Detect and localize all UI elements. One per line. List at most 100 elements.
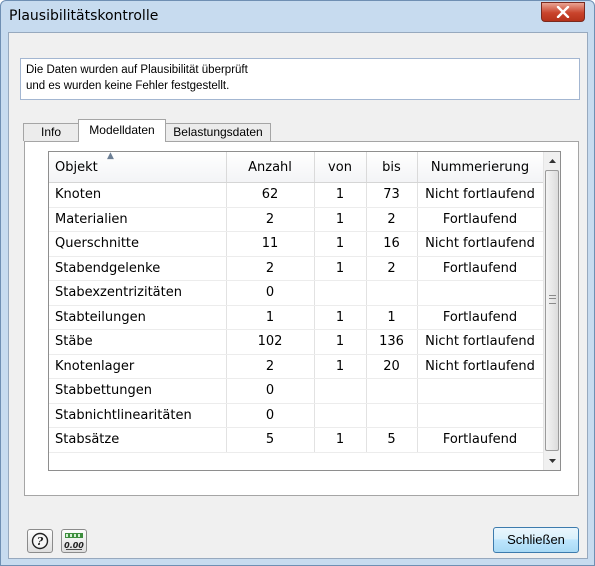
tab-info[interactable]: Info (23, 123, 79, 141)
window-title: Plausibilitätskontrolle (9, 8, 159, 24)
cell-objekt[interactable]: Stabexzentrizitäten (49, 280, 227, 306)
scroll-up-arrow-icon (549, 159, 556, 163)
cell-bis[interactable]: 2 (366, 256, 418, 281)
table-row[interactable]: Knoten 62 1 73 Nicht fortlaufend (49, 182, 544, 208)
table-row[interactable]: Stabexzentrizitäten 0 (49, 280, 544, 306)
cell-objekt[interactable]: Stabbettungen (49, 378, 227, 404)
cell-von[interactable] (314, 378, 367, 404)
cell-nummerierung[interactable]: Fortlaufend (417, 256, 544, 281)
cell-nummerierung[interactable]: Fortlaufend (417, 427, 544, 453)
cell-objekt[interactable]: Stabsätze (49, 427, 227, 453)
cell-objekt[interactable]: Materialien (49, 207, 227, 232)
table-row[interactable]: Stabbettungen 0 (49, 378, 544, 404)
units-button[interactable]: 0.00 (61, 529, 87, 553)
scrollbar-thumb[interactable] (545, 170, 559, 451)
close-icon (556, 6, 570, 18)
cell-von[interactable]: 1 (314, 231, 367, 257)
cell-nummerierung[interactable]: Nicht fortlaufend (417, 354, 544, 379)
cell-von[interactable] (314, 280, 367, 306)
table-header-row: ▲ Objekt Anzahl von bis Nummerierung (49, 151, 544, 183)
title-bar[interactable]: Plausibilitätskontrolle (1, 1, 594, 31)
cell-von[interactable]: 1 (314, 207, 367, 232)
cell-von[interactable] (314, 403, 367, 428)
column-header-bis[interactable]: bis (366, 152, 418, 183)
cell-bis[interactable] (366, 280, 418, 306)
scroll-down-arrow-icon (549, 459, 556, 463)
cell-bis[interactable]: 1 (366, 305, 418, 330)
cell-objekt[interactable]: Stabnichtlinearitäten (49, 403, 227, 428)
cell-nummerierung[interactable]: Nicht fortlaufend (417, 182, 544, 208)
scrollbar-grip-icon (549, 295, 556, 304)
cell-objekt[interactable]: Stäbe (49, 329, 227, 355)
cell-bis[interactable]: 5 (366, 427, 418, 453)
cell-objekt[interactable]: Stabteilungen (49, 305, 227, 330)
cell-von[interactable]: 1 (314, 256, 367, 281)
cell-objekt[interactable]: Knoten (49, 182, 227, 208)
cell-nummerierung[interactable]: Nicht fortlaufend (417, 329, 544, 355)
help-button[interactable]: ? (27, 529, 53, 553)
cell-bis[interactable]: 16 (366, 231, 418, 257)
cell-anzahl[interactable]: 62 (226, 182, 315, 208)
cell-bis[interactable]: 136 (366, 329, 418, 355)
help-icon: ? (31, 532, 49, 550)
table-row[interactable]: Stabsätze 5 1 5 Fortlaufend (49, 427, 544, 453)
dialog-window: Plausibilitätskontrolle Die Daten wurden… (0, 0, 595, 566)
cell-anzahl[interactable]: 1 (226, 305, 315, 330)
cell-bis[interactable] (366, 378, 418, 404)
cell-anzahl[interactable]: 11 (226, 231, 315, 257)
scroll-up-button[interactable] (544, 153, 560, 170)
cell-nummerierung[interactable]: Fortlaufend (417, 207, 544, 232)
table-row[interactable]: Stabnichtlinearitäten 0 (49, 403, 544, 428)
cell-bis[interactable] (366, 403, 418, 428)
table-row[interactable]: Materialien 2 1 2 Fortlaufend (49, 207, 544, 232)
table-vertical-scrollbar[interactable] (543, 152, 560, 470)
cell-bis[interactable]: 73 (366, 182, 418, 208)
cell-von[interactable]: 1 (314, 354, 367, 379)
cell-anzahl[interactable]: 2 (226, 354, 315, 379)
cell-von[interactable]: 1 (314, 182, 367, 208)
cell-bis[interactable]: 2 (366, 207, 418, 232)
cell-von[interactable]: 1 (314, 427, 367, 453)
cell-nummerierung[interactable] (417, 280, 544, 306)
tab-belastungsdaten[interactable]: Belastungsdaten (165, 123, 271, 141)
table-row[interactable]: Stabendgelenke 2 1 2 Fortlaufend (49, 256, 544, 281)
cell-anzahl[interactable]: 5 (226, 427, 315, 453)
cell-nummerierung[interactable] (417, 403, 544, 428)
column-header-von[interactable]: von (314, 152, 367, 183)
info-line-2: und es wurden keine Fehler festgestellt. (26, 80, 230, 92)
units-label: 0.00 (64, 541, 84, 550)
window-close-button[interactable] (541, 2, 585, 22)
sort-ascending-icon: ▲ (107, 151, 114, 161)
cell-objekt[interactable]: Stabendgelenke (49, 256, 227, 281)
column-header-objekt[interactable]: ▲ Objekt (49, 151, 227, 183)
table-row[interactable]: Stäbe 102 1 136 Nicht fortlaufend (49, 329, 544, 355)
cell-anzahl[interactable]: 2 (226, 207, 315, 232)
close-dialog-button[interactable]: Schließen (493, 527, 579, 553)
cell-anzahl[interactable]: 0 (226, 378, 315, 404)
cell-objekt[interactable]: Knotenlager (49, 354, 227, 379)
column-header-nummerierung[interactable]: Nummerierung (417, 152, 544, 183)
cell-anzahl[interactable]: 0 (226, 403, 315, 428)
info-message-box: Die Daten wurden auf Plausibilität überp… (20, 58, 580, 100)
tab-panel-modelldaten: ▲ Objekt Anzahl von bis Nummerierung Kno… (24, 141, 579, 496)
cell-nummerierung[interactable]: Nicht fortlaufend (417, 231, 544, 257)
model-data-table[interactable]: ▲ Objekt Anzahl von bis Nummerierung Kno… (48, 151, 561, 471)
column-header-anzahl[interactable]: Anzahl (226, 152, 315, 183)
svg-text:?: ? (37, 535, 44, 548)
cell-objekt[interactable]: Querschnitte (49, 231, 227, 257)
cell-bis[interactable]: 20 (366, 354, 418, 379)
cell-nummerierung[interactable] (417, 378, 544, 404)
cell-von[interactable]: 1 (314, 329, 367, 355)
tab-modelldaten[interactable]: Modelldaten (78, 119, 166, 142)
info-line-1: Die Daten wurden auf Plausibilität überp… (26, 64, 248, 76)
cell-anzahl[interactable]: 0 (226, 280, 315, 306)
cell-anzahl[interactable]: 2 (226, 256, 315, 281)
table-row[interactable]: Querschnitte 11 1 16 Nicht fortlaufend (49, 231, 544, 257)
dialog-client-area: Die Daten wurden auf Plausibilität überp… (8, 32, 588, 559)
cell-von[interactable]: 1 (314, 305, 367, 330)
cell-anzahl[interactable]: 102 (226, 329, 315, 355)
table-row[interactable]: Stabteilungen 1 1 1 Fortlaufend (49, 305, 544, 330)
scroll-down-button[interactable] (544, 452, 560, 469)
cell-nummerierung[interactable]: Fortlaufend (417, 305, 544, 330)
table-row[interactable]: Knotenlager 2 1 20 Nicht fortlaufend (49, 354, 544, 379)
